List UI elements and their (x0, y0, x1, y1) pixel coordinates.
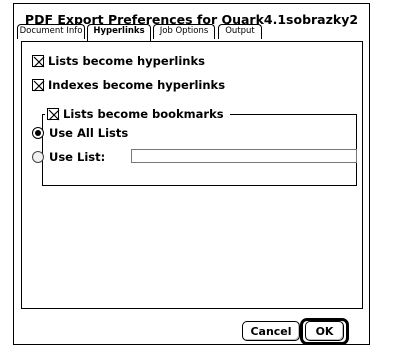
lists-bookmarks-option[interactable]: Lists become bookmarks (45, 107, 230, 121)
indexes-hyperlinks-option[interactable]: Indexes become hyperlinks (32, 78, 225, 92)
use-list-input[interactable] (131, 149, 357, 163)
use-all-lists-label: Use All Lists (49, 126, 129, 140)
tab-document-info[interactable]: Document Info (17, 24, 85, 39)
tab-job-options[interactable]: Job Options (153, 24, 215, 39)
ok-button[interactable]: OK (305, 321, 344, 341)
cancel-button[interactable]: Cancel (242, 321, 300, 341)
use-list-radio[interactable] (32, 151, 44, 163)
use-all-lists-option[interactable]: Use All Lists (32, 126, 128, 140)
use-list-option[interactable]: Use List: (32, 150, 105, 164)
hyperlinks-panel: Lists become hyperlinks Indexes become h… (21, 41, 363, 309)
use-all-lists-radio[interactable] (32, 127, 44, 139)
indexes-hyperlinks-label: Indexes become hyperlinks (48, 78, 226, 92)
use-list-label: Use List: (49, 150, 106, 164)
indexes-hyperlinks-checkbox[interactable] (32, 79, 45, 92)
lists-bookmarks-label: Lists become bookmarks (63, 107, 224, 121)
lists-hyperlinks-label: Lists become hyperlinks (48, 54, 205, 68)
lists-hyperlinks-checkbox[interactable] (32, 55, 45, 68)
lists-bookmarks-checkbox[interactable] (47, 108, 60, 121)
tab-hyperlinks[interactable]: Hyperlinks (87, 24, 151, 41)
lists-hyperlinks-option[interactable]: Lists become hyperlinks (32, 54, 205, 68)
tab-output[interactable]: Output (218, 24, 262, 39)
